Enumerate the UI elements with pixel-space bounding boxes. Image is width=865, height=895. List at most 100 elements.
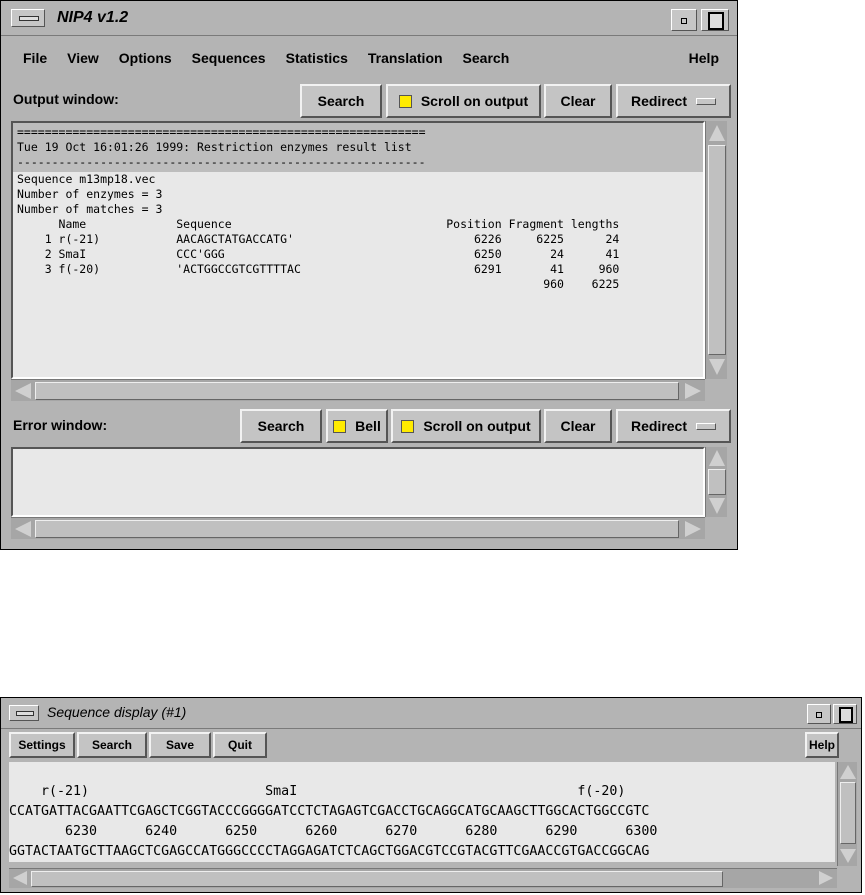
minimize-button[interactable]: [671, 9, 697, 31]
output-vertical-scrollbar[interactable]: [705, 121, 727, 379]
settings-button[interactable]: Settings: [9, 732, 75, 758]
menu-file[interactable]: File: [13, 43, 57, 73]
output-body-block: Sequence m13mp18.vec Number of enzymes =…: [13, 172, 703, 292]
settings-label: Settings: [18, 738, 66, 752]
menu-statistics[interactable]: Statistics: [276, 43, 358, 73]
error-text-area[interactable]: [11, 447, 705, 517]
scroll-up-arrow-icon[interactable]: [709, 125, 725, 141]
minimize-icon: [681, 18, 687, 24]
window-menu-icon: [19, 16, 39, 21]
error-search-label: Search: [257, 418, 305, 434]
scroll-thumb[interactable]: [708, 469, 726, 495]
error-window-label: Error window:: [13, 417, 108, 433]
output-header-block: ========================================…: [13, 123, 703, 172]
output-line: 960 6225: [17, 277, 620, 291]
sequence-line: [9, 762, 835, 782]
output-search-label: Search: [317, 93, 365, 109]
scroll-right-arrow-icon[interactable]: [685, 521, 701, 537]
window-title: NIP4 v1.2: [57, 9, 129, 26]
help-button[interactable]: Help: [805, 732, 839, 758]
sequence-vertical-scrollbar[interactable]: [837, 762, 857, 866]
scroll-right-arrow-icon[interactable]: [685, 383, 701, 399]
menu-search[interactable]: Search: [453, 43, 520, 73]
scroll-left-arrow-icon[interactable]: [15, 521, 31, 537]
output-line: 2 SmaI CCC'GGG 6250 24 41: [17, 247, 620, 261]
sequence-line: GGTACTAATGCTTAAGCTCGAGCCATGGGCCCCTAGGAGA…: [9, 844, 650, 859]
output-clear-button[interactable]: Clear: [544, 84, 612, 118]
option-menu-icon: [696, 422, 717, 430]
quit-button[interactable]: Quit: [213, 732, 267, 758]
menu-options[interactable]: Options: [109, 43, 182, 73]
sequence-horizontal-scrollbar[interactable]: [9, 868, 837, 888]
sequence-line: 6230 6240 6250 6260 6270 6280 6290 6300: [9, 824, 658, 839]
sequence-display-window: Sequence display (#1) Settings Search Sa…: [0, 697, 862, 893]
scroll-thumb[interactable]: [35, 520, 679, 538]
scroll-up-arrow-icon[interactable]: [840, 765, 856, 779]
output-line: Tue 19 Oct 16:01:26 1999: Restriction en…: [17, 140, 412, 154]
menu-translation[interactable]: Translation: [358, 43, 453, 73]
maximize-button[interactable]: [701, 9, 729, 31]
menu-bar: File View Options Sequences Statistics T…: [13, 43, 729, 73]
scroll-left-arrow-icon[interactable]: [15, 383, 31, 399]
output-line: Sequence m13mp18.vec: [17, 172, 156, 186]
menu-view[interactable]: View: [57, 43, 109, 73]
menu-sequences[interactable]: Sequences: [182, 43, 276, 73]
error-horizontal-scrollbar[interactable]: [11, 517, 705, 539]
scroll-down-arrow-icon[interactable]: [840, 849, 856, 863]
scroll-thumb[interactable]: [31, 871, 723, 887]
error-clear-button[interactable]: Clear: [544, 409, 612, 443]
scroll-thumb[interactable]: [708, 145, 726, 355]
checkbox-icon: [398, 94, 412, 108]
output-scroll-toggle[interactable]: Scroll on output: [386, 84, 541, 118]
output-line: Name Sequence Position Fragment lengths: [17, 217, 620, 231]
nip4-titlebar[interactable]: NIP4 v1.2: [1, 1, 737, 36]
search-label: Search: [91, 738, 133, 752]
window-title: Sequence display (#1): [47, 704, 187, 720]
output-line: 3 f(-20) 'ACTGGCCGTCGTTTTAC 6291 41 960: [17, 262, 620, 276]
sequence-text-area[interactable]: r(-21) SmaI f(-20) CCATGATTACGAATTCGAGCT…: [9, 762, 835, 862]
output-horizontal-scrollbar[interactable]: [11, 379, 705, 401]
sequence-titlebar[interactable]: Sequence display (#1): [1, 698, 861, 729]
output-line: 1 r(-21) AACAGCTATGACCATG' 6226 6225 24: [17, 232, 620, 246]
maximize-icon: [839, 707, 853, 723]
scroll-thumb[interactable]: [840, 782, 856, 844]
maximize-button[interactable]: [833, 704, 857, 724]
maximize-icon: [708, 12, 724, 30]
output-line: ----------------------------------------…: [17, 155, 426, 169]
menu-help[interactable]: Help: [679, 43, 729, 73]
window-menu-icon: [16, 711, 34, 716]
scroll-right-arrow-icon[interactable]: [819, 871, 833, 885]
output-search-button[interactable]: Search: [300, 84, 382, 118]
nip4-window: NIP4 v1.2 File View Options Sequences St…: [0, 0, 738, 550]
scroll-up-arrow-icon[interactable]: [709, 450, 725, 466]
checkbox-icon: [333, 419, 347, 433]
scroll-down-arrow-icon[interactable]: [709, 498, 725, 514]
output-scroll-label: Scroll on output: [420, 93, 529, 109]
error-search-button[interactable]: Search: [240, 409, 322, 443]
scroll-left-arrow-icon[interactable]: [13, 871, 27, 885]
scroll-thumb[interactable]: [35, 382, 679, 400]
error-redirect-button[interactable]: Redirect: [616, 409, 731, 443]
minimize-icon: [816, 712, 822, 718]
error-clear-label: Clear: [560, 418, 596, 434]
help-label: Help: [808, 738, 835, 752]
window-menu-button[interactable]: [9, 705, 39, 721]
scroll-down-arrow-icon[interactable]: [709, 359, 725, 375]
save-button[interactable]: Save: [149, 732, 211, 758]
output-line: ========================================…: [17, 125, 426, 139]
error-bell-toggle[interactable]: Bell: [326, 409, 388, 443]
window-menu-button[interactable]: [11, 9, 45, 27]
output-redirect-button[interactable]: Redirect: [616, 84, 731, 118]
quit-label: Quit: [228, 738, 252, 752]
output-line: Number of enzymes = 3: [17, 187, 163, 201]
output-line: Number of matches = 3: [17, 202, 163, 216]
error-bell-label: Bell: [355, 418, 381, 434]
output-text-area[interactable]: ========================================…: [11, 121, 705, 379]
search-button[interactable]: Search: [77, 732, 147, 758]
minimize-button[interactable]: [807, 704, 831, 724]
error-scroll-toggle[interactable]: Scroll on output: [391, 409, 541, 443]
checkbox-icon: [401, 419, 415, 433]
output-clear-label: Clear: [560, 93, 596, 109]
error-vertical-scrollbar[interactable]: [705, 447, 727, 517]
output-redirect-label: Redirect: [630, 93, 688, 109]
